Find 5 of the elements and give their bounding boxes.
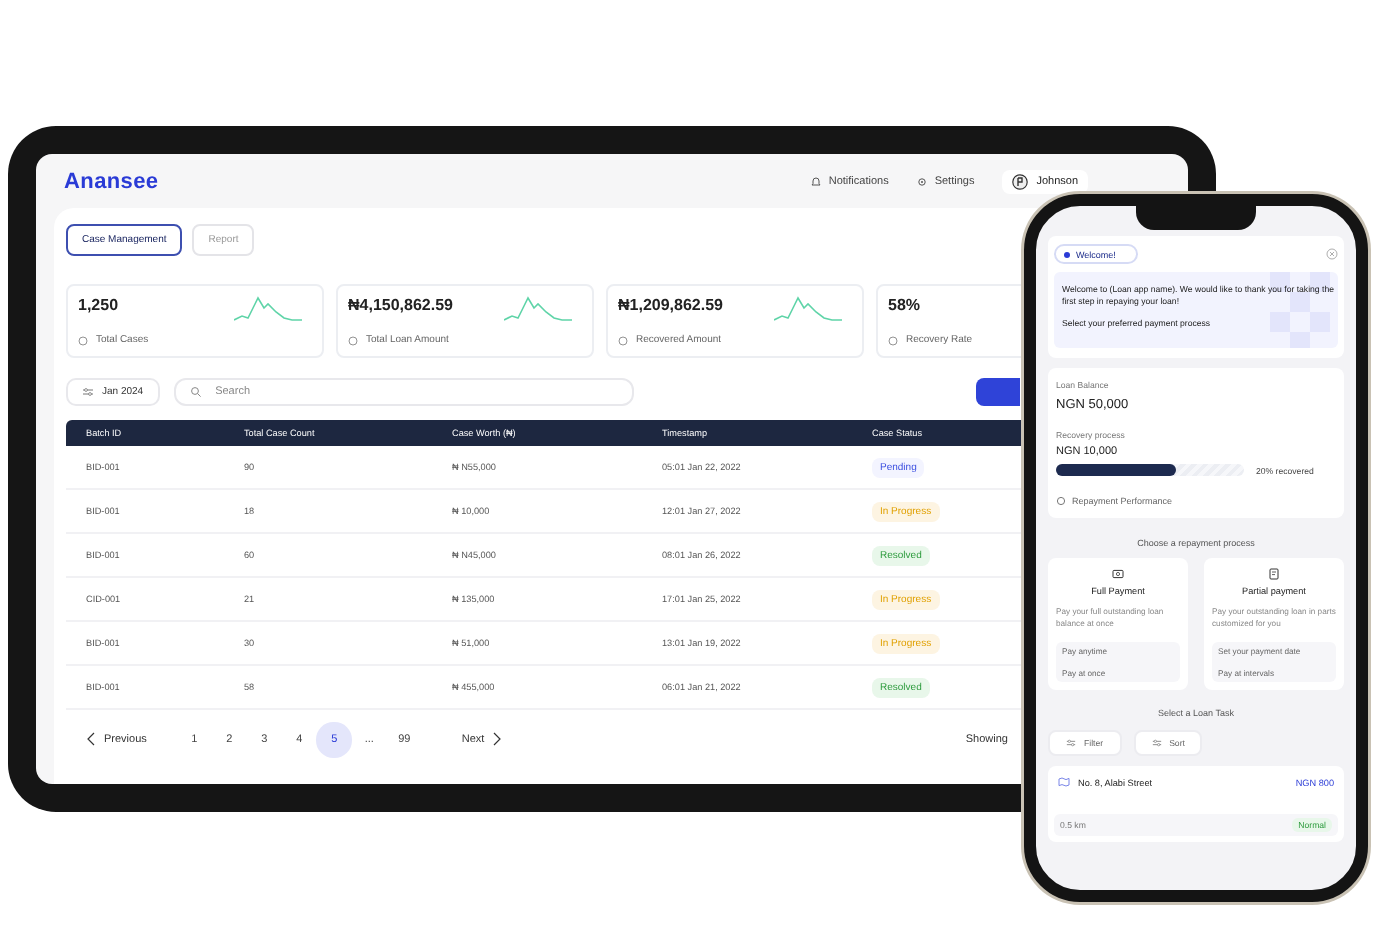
- app-logo: Anansee: [64, 169, 159, 193]
- stat-value: 58%: [888, 296, 921, 314]
- stat-value: ₦1,209,862.59: [618, 296, 723, 314]
- stat-value: 1,250: [78, 296, 119, 314]
- stat-value: ₦4,150,862.59: [348, 296, 453, 314]
